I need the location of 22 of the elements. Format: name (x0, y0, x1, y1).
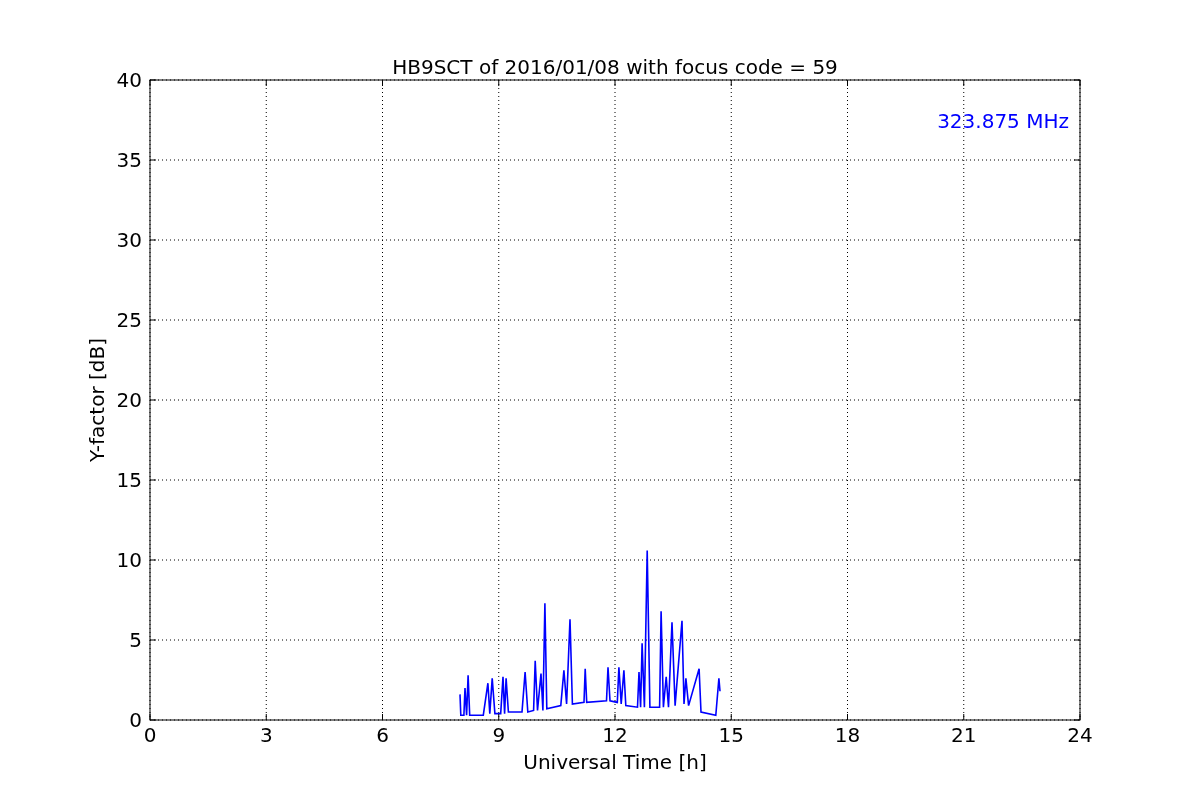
y-tick-label: 10 (116, 548, 142, 572)
y-tick-label: 30 (116, 228, 142, 252)
x-tick-label: 18 (834, 723, 861, 747)
y-tick-label: 35 (116, 148, 142, 172)
x-tick-label: 21 (951, 723, 977, 747)
x-tick-label: 0 (143, 723, 157, 747)
x-tick-label: 12 (602, 723, 628, 747)
x-tick-label: 9 (492, 723, 506, 747)
y-tick-label: 5 (129, 628, 142, 652)
y-tick-label: 0 (129, 708, 142, 732)
x-tick-label: 15 (718, 723, 744, 747)
y-axis-label: Y-factor [dB] (85, 338, 109, 462)
y-tick-label: 25 (116, 308, 142, 332)
chart-title: HB9SCT of 2016/01/08 with focus code = 59 (392, 55, 838, 79)
x-axis-label: Universal Time [h] (523, 750, 707, 774)
y-tick-label: 40 (116, 68, 142, 92)
x-tick-label: 3 (259, 723, 273, 747)
y-tick-label: 20 (116, 388, 142, 412)
y-tick-label: 15 (116, 468, 142, 492)
x-tick-label: 24 (1067, 723, 1093, 747)
frequency-annotation: 323.875 MHz (937, 109, 1069, 133)
x-tick-label: 6 (376, 723, 389, 747)
